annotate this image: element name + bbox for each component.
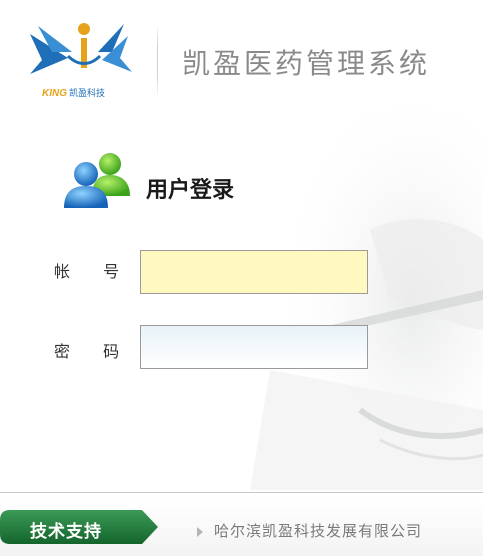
company-name: 哈尔滨凯盈科技发展有限公司 <box>214 522 423 540</box>
password-label: 密 码 <box>54 342 134 361</box>
header: KING 凯盈科技 凯盈医药管理系统 <box>0 0 483 110</box>
header-divider <box>157 24 158 98</box>
company-logo: KING 凯盈科技 <box>28 16 146 102</box>
users-icon <box>64 153 130 208</box>
logo-icon <box>30 23 132 74</box>
support-label: 技术支持 <box>30 522 102 542</box>
logo-text: KING 凯盈科技 <box>42 86 105 99</box>
login-heading: 用户登录 <box>62 150 322 210</box>
app-title: 凯盈医药管理系统 <box>182 47 431 80</box>
login-title: 用户登录 <box>146 178 235 203</box>
account-input[interactable] <box>140 250 368 294</box>
login-page: KING 凯盈科技 凯盈医药管理系统 用户登录 帐 号 密 码 技术支持 哈尔滨… <box>0 0 483 556</box>
footer-divider <box>0 492 483 493</box>
account-label: 帐 号 <box>54 262 134 281</box>
arrow-right-icon <box>197 527 203 537</box>
logo-word: KING <box>42 88 67 99</box>
logo-cn: 凯盈科技 <box>69 88 106 98</box>
password-input[interactable] <box>140 325 368 369</box>
